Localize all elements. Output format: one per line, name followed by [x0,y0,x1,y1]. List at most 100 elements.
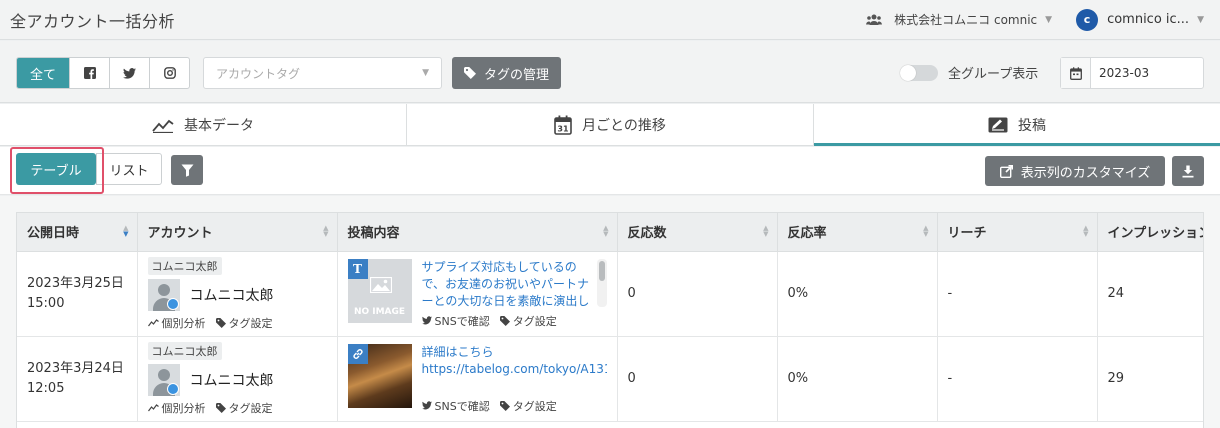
reach-cell: - [937,336,1098,422]
tab-basic-data[interactable]: 基本データ [0,104,407,145]
table-header-row: 公開日時 ▲ ▼ アカウント ▲ ▼ 投稿内容 ▲ ▼ 反応数 ▲ ▼ 反応率 ▲ ▼ リーチ ▲ ▼ … [17,213,1204,252]
avatar [147,363,180,396]
instagram-icon [163,67,176,79]
page-title: 全アカウント一括分析 [10,11,176,31]
account-cell: コムニコ太郎 コムニコ太郎 個別分析 タグ設定 [137,251,338,337]
post-date: 2023年3月24日 [27,360,124,376]
no-image-label: NO IMAGE [353,306,406,317]
rate-cell: 0% [777,251,938,337]
tab-monthly-trend[interactable]: 31 月ごとの推移 [407,104,814,145]
link-label: タグ設定 [228,316,273,330]
column-header-post[interactable]: 投稿内容 ▲ ▼ [337,213,618,252]
list-view-button[interactable]: リスト [96,153,162,185]
column-header-reactions[interactable]: 反応数 ▲ ▼ [617,213,778,252]
company-name: 株式会社コムニコ comnic [894,13,1038,27]
download-button[interactable] [1172,156,1204,186]
post-thumbnail[interactable]: T NO IMAGE [347,258,412,323]
link-label: タグ設定 [512,399,557,413]
impressions-cell: 29 [1097,336,1203,422]
image-placeholder-icon [369,276,392,293]
chevron-down-icon: ▼ [422,68,429,78]
column-header-label: 公開日時 [27,226,80,242]
sort-icon: ▲ ▼ [923,224,929,238]
link-label: SNSで確認 [434,399,490,413]
post-thumbnail[interactable] [347,343,412,408]
impressions-cell: 24 [1097,251,1203,337]
view-on-sns-link[interactable]: SNSで確認 [421,398,490,414]
user-name: comnico ic... [1107,12,1190,27]
user-menu[interactable]: c comnico ic... ▼ [1076,8,1204,31]
sort-icon: ▲ ▼ [123,224,129,238]
individual-analysis-link[interactable]: 個別分析 [147,400,206,416]
month-picker[interactable]: 2023-03 [1060,57,1204,89]
column-header-date[interactable]: 公開日時 ▲ ▼ [17,213,138,252]
reactions-cell: 0 [617,251,778,337]
rate-cell: 0% [777,336,938,422]
account-tag-badge: コムニコ太郎 [147,341,222,360]
users-icon [866,14,883,25]
group-toggle-switch[interactable] [900,64,938,81]
column-header-label: 投稿内容 [347,226,400,242]
tag-setting-link[interactable]: タグ設定 [215,315,273,331]
post-cell: 詳細はこちら https://tabelog.com/tokyo/A1317/A… [337,336,618,422]
column-header-label: 反応数 [627,226,667,242]
month-value: 2023-03 [1099,66,1150,80]
view-on-sns-link[interactable]: SNSで確認 [421,313,490,329]
column-header-account[interactable]: アカウント ▲ ▼ [137,213,338,252]
download-icon [1182,165,1194,177]
sns-filter-group: 全て [16,57,190,89]
tag-manage-label: タグの管理 [483,67,549,83]
post-tag-setting-link[interactable]: タグ設定 [499,398,557,414]
filter-button[interactable] [171,155,203,185]
customize-columns-button[interactable]: 表示列のカスタマイズ [985,156,1165,186]
svg-text:31: 31 [557,124,569,133]
filter-icon [181,164,193,177]
tag-icon [499,315,510,326]
tag-setting-link[interactable]: タグ設定 [215,400,273,416]
column-header-label: 反応率 [787,226,827,242]
post-text-content: サプライズ対応もしているので、お友達のお祝いやパートナーとの大切な日を素敵に演出… [421,259,590,308]
post-text-content: 詳細はこちら https://tabelog.com/tokyo/A1317/A… [421,344,607,376]
chart-line-icon [147,318,159,327]
account-cell: コムニコ太郎 コムニコ太郎 個別分析 タグ設定 [137,336,338,422]
sort-icon: ▲ ▼ [603,224,609,238]
view-tabs: 基本データ 31 月ごとの推移 投稿 [0,104,1220,146]
filter-facebook-button[interactable] [69,58,109,88]
column-header-label: アカウント [147,226,213,242]
post-text-scrollbar[interactable] [596,258,607,307]
column-header-reach[interactable]: リーチ ▲ ▼ [937,213,1098,252]
twitter-icon [123,67,136,79]
highlight-box [10,147,104,194]
group-toggle[interactable]: 全グループ表示 [900,63,1038,82]
account-tag-select[interactable]: アカウントタグ ▼ [203,57,442,89]
chevron-down-icon: ▼ [1045,14,1053,25]
posts-table-wrapper[interactable]: 公開日時 ▲ ▼ アカウント ▲ ▼ 投稿内容 ▲ ▼ 反応数 ▲ ▼ 反応率 ▲ ▼ リーチ ▲ ▼ … [16,212,1204,428]
filter-twitter-button[interactable] [109,58,149,88]
post-time: 12:05 [27,380,65,396]
facebook-icon [83,67,96,79]
link-label: タグ設定 [512,314,557,328]
edit-icon [988,117,1008,133]
table-row: 2023年3月24日 12:05 コムニコ太郎 コムニコ太郎 個別分析 タグ設定 [17,336,1203,422]
filter-all-button[interactable]: 全て [17,58,69,88]
individual-analysis-link[interactable]: 個別分析 [147,315,206,331]
post-tag-setting-link[interactable]: タグ設定 [499,313,557,329]
filter-instagram-button[interactable] [149,58,189,88]
link-label: 個別分析 [161,316,206,330]
reactions-cell: 0 [617,336,778,422]
customize-columns-label: 表示列のカスタマイズ [1020,165,1151,181]
link-post-icon [347,343,368,364]
twitter-icon [421,401,432,410]
post-text[interactable]: 詳細はこちら https://tabelog.com/tokyo/A1317/A… [422,344,607,396]
company-selector[interactable]: 株式会社コムニコ comnic ▼ [866,11,1052,28]
avatar [147,278,180,311]
tag-manage-button[interactable]: タグの管理 [452,57,561,89]
column-header-label: インプレッション [1107,226,1204,242]
external-edit-icon [999,164,1013,178]
calendar-icon: 31 [554,115,572,135]
tab-posts[interactable]: 投稿 [814,104,1220,146]
tab-label: 投稿 [1018,117,1046,134]
column-header-rate[interactable]: 反応率 ▲ ▼ [777,213,938,252]
column-header-impressions[interactable]: インプレッション [1097,213,1204,252]
post-text[interactable]: サプライズ対応もしているので、お友達のお祝いやパートナーとの大切な日を素敵に演出… [421,258,607,311]
